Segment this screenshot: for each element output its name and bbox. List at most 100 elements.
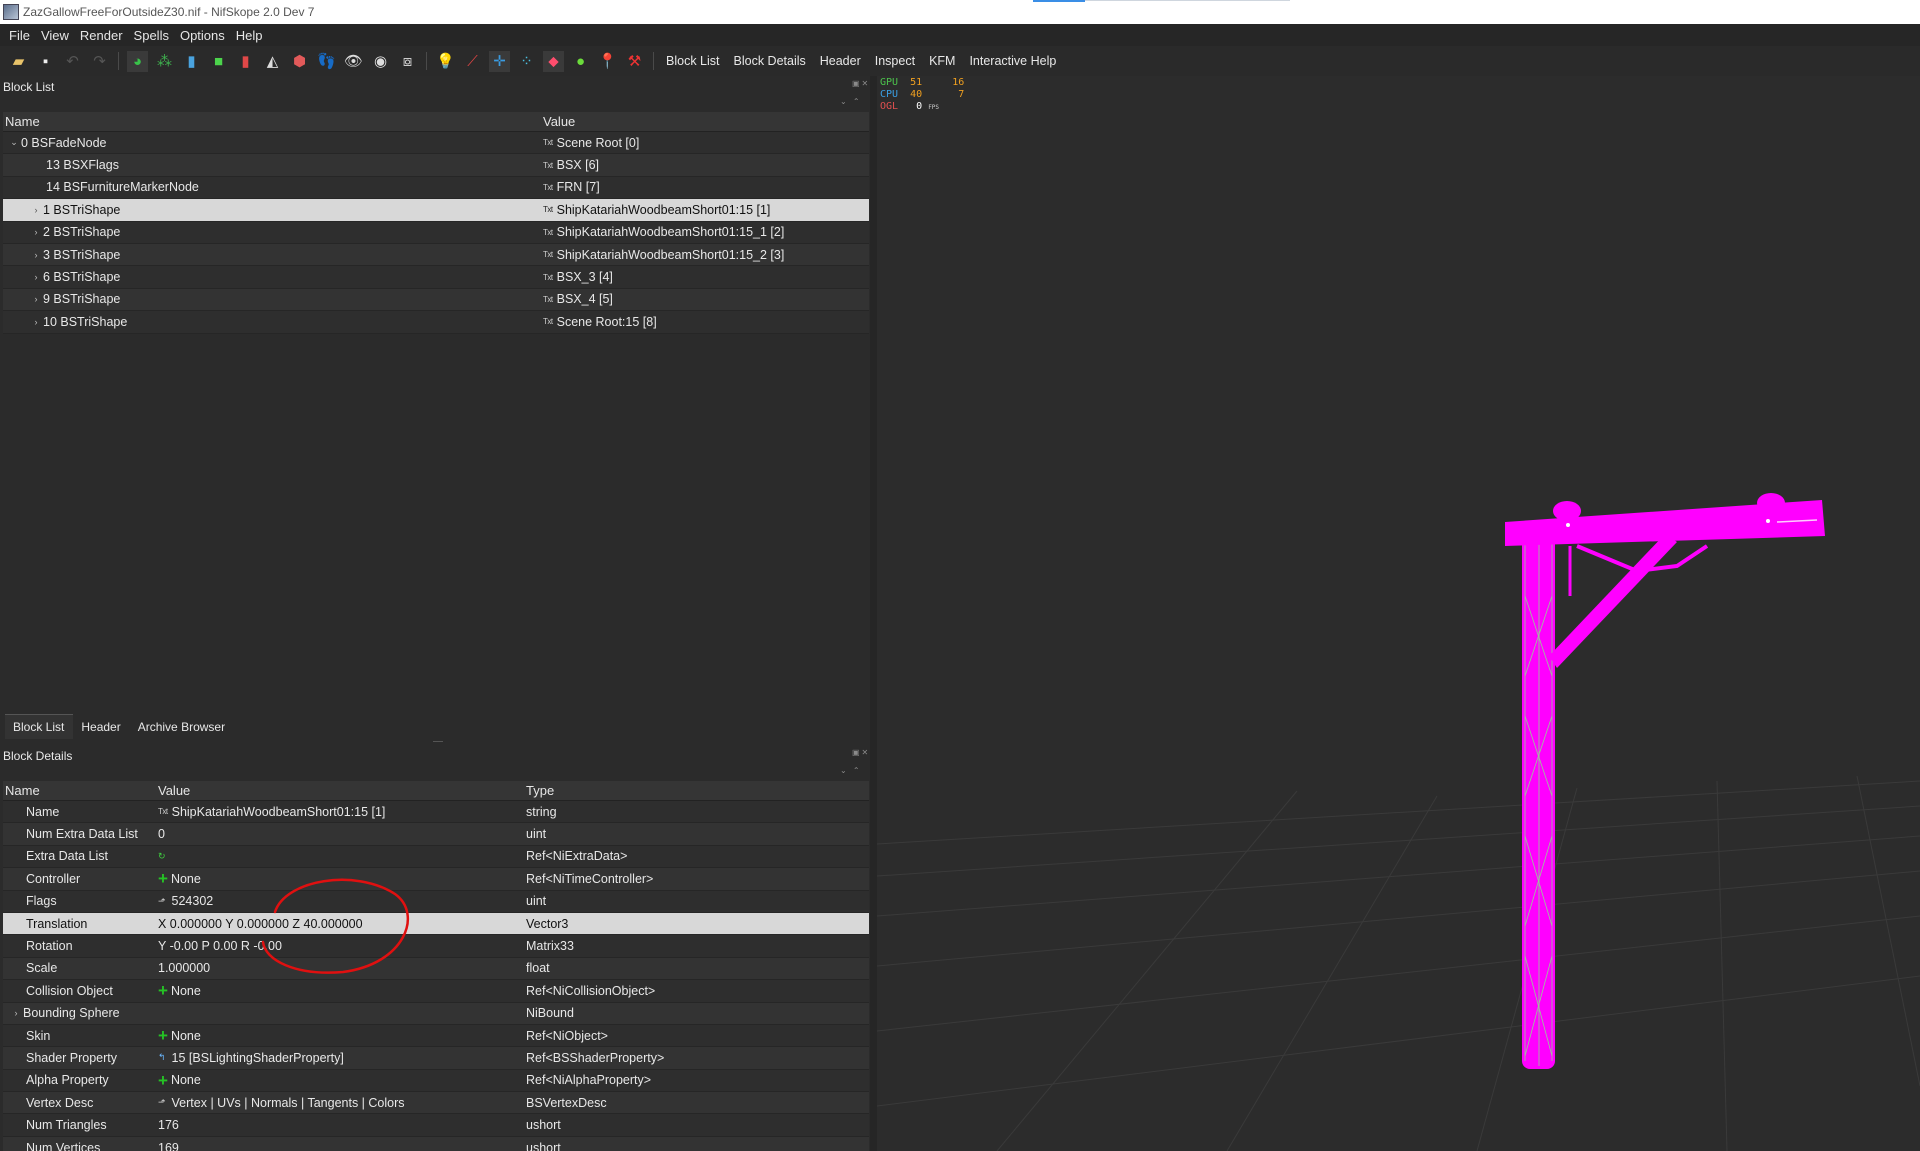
link-ref-icon[interactable]: ↰ <box>158 1052 166 1063</box>
viewport-splitter[interactable] <box>870 76 877 1151</box>
show-constraints-icon[interactable]: ⬥ <box>543 50 564 72</box>
column-value-header[interactable]: Value <box>543 114 575 129</box>
view-perspective-icon[interactable]: ⬢ <box>289 51 310 72</box>
tree-row[interactable]: 14 BSFurnitureMarkerNode Txt FRN [7] <box>3 176 869 200</box>
field-value[interactable]: 0 <box>158 827 165 841</box>
detail-row-scale[interactable]: Scale 1.000000 float <box>3 957 869 981</box>
add-ref-icon[interactable]: + <box>158 1072 168 1089</box>
menu-render[interactable]: Render <box>76 28 130 43</box>
panel-float-close-icon[interactable]: ▣✕ <box>852 79 870 88</box>
show-skeleton-icon[interactable]: ⚒ <box>624 51 645 72</box>
menu-file[interactable]: File <box>5 28 37 43</box>
show-hidden-icon[interactable]: 👁 <box>343 51 364 72</box>
tree-row[interactable]: › 6 BSTriShape Txt BSX_3 [4] <box>3 266 869 289</box>
toolbar-link-kfm[interactable]: KFM <box>925 54 959 68</box>
detail-row-num-vertices[interactable]: Num Vertices 169 ushort <box>3 1136 869 1151</box>
tree-row[interactable]: › 9 BSTriShape Txt BSX_4 [5] <box>3 288 869 312</box>
column-type-header[interactable]: Type <box>526 783 554 798</box>
show-axes-icon[interactable]: ✛ <box>489 50 510 72</box>
menu-view[interactable]: View <box>37 28 76 43</box>
field-value[interactable]: None <box>171 1029 201 1043</box>
menu-spells[interactable]: Spells <box>130 28 176 43</box>
detail-row-extra-data-list[interactable]: Extra Data List ↻ Ref<NiExtraData> <box>3 845 869 869</box>
add-ref-icon[interactable]: + <box>158 870 168 887</box>
tree-row[interactable]: › 10 BSTriShape Txt Scene Root:15 [8] <box>3 311 869 334</box>
detail-row-bounding-sphere[interactable]: › Bounding Sphere NiBound <box>3 1002 869 1025</box>
menu-help[interactable]: Help <box>232 28 270 43</box>
show-havok-icon[interactable]: ⁘ <box>516 51 537 72</box>
tree-row[interactable]: › 2 BSTriShape Txt ShipKatariahWoodbeamSho… <box>3 221 869 244</box>
view-front-icon[interactable]: ▮ <box>181 51 202 72</box>
panel-collapse-icon[interactable]: ⌄ ⌃ <box>840 97 862 106</box>
view-user-icon[interactable]: ◭ <box>262 51 283 72</box>
detail-row-controller[interactable]: Controller + None Ref<NiTimeController> <box>3 868 869 891</box>
expand-arrow-icon[interactable]: › <box>29 272 43 282</box>
column-value-header[interactable]: Value <box>158 783 526 798</box>
add-ref-icon[interactable]: + <box>158 982 168 999</box>
column-name-header[interactable]: Name <box>3 114 543 129</box>
select-vertex-icon[interactable]: ⁂ <box>154 51 175 72</box>
detail-row-translation[interactable]: Translation X 0.000000 Y 0.000000 Z 40.0… <box>3 912 869 936</box>
dock-resize-handle[interactable] <box>433 741 443 742</box>
field-value[interactable]: ShipKatariahWoodbeamShort01:15 [1] <box>172 805 386 819</box>
undo-icon[interactable]: ↶ <box>62 51 83 72</box>
collapse-arrow-icon[interactable]: ⌄ <box>7 137 21 148</box>
lighting-icon[interactable]: 💡 <box>435 51 456 72</box>
detail-row-name[interactable]: Name Txt ShipKatariahWoodbeamShort01:15 [… <box>3 801 869 824</box>
tab-block-list[interactable]: Block List <box>5 714 74 739</box>
expand-arrow-icon[interactable]: › <box>29 294 43 304</box>
detail-row-collision-object[interactable]: Collision Object + None Ref<NiCollisionOb… <box>3 980 869 1003</box>
toolbar-link-block-list[interactable]: Block List <box>662 54 724 68</box>
show-furniture-icon[interactable]: ● <box>570 51 591 72</box>
expand-arrow-icon[interactable]: › <box>9 1008 23 1018</box>
panel-float-close-icon[interactable]: ▣✕ <box>852 748 870 757</box>
draw-axes-icon[interactable]: ⟋ <box>462 51 483 72</box>
show-nodes-icon[interactable]: ◉ <box>370 51 391 72</box>
expand-arrow-icon[interactable]: › <box>29 227 43 237</box>
detail-row-rotation[interactable]: Rotation Y -0.00 P 0.00 R -0.00 Matrix33 <box>3 935 869 958</box>
view-side-icon[interactable]: ▮ <box>235 51 256 72</box>
tree-row[interactable]: ⌄ 0 BSFadeNode Txt Scene Root [0] <box>3 132 869 155</box>
save-file-icon[interactable]: ▪ <box>35 51 56 72</box>
tree-row[interactable]: 13 BSXFlags Txt BSX [6] <box>3 154 869 177</box>
field-value[interactable]: 176 <box>158 1118 179 1132</box>
walk-mode-icon[interactable]: 👣 <box>316 51 337 72</box>
add-ref-icon[interactable]: + <box>158 1027 168 1044</box>
detail-row-alpha-property[interactable]: Alpha Property + None Ref<NiAlphaProperty… <box>3 1069 869 1093</box>
expand-arrow-icon[interactable]: › <box>29 205 43 215</box>
field-value[interactable]: 1.000000 <box>158 961 210 975</box>
view-top-icon[interactable]: ■ <box>208 51 229 72</box>
show-markers-icon[interactable]: 📍 <box>597 51 618 72</box>
field-value[interactable]: 15 [BSLightingShaderProperty] <box>172 1051 344 1065</box>
redo-icon[interactable]: ↷ <box>89 51 110 72</box>
menu-options[interactable]: Options <box>176 28 232 43</box>
field-value[interactable]: Vertex | UVs | Normals | Tangents | Colo… <box>172 1096 405 1110</box>
field-value[interactable]: None <box>171 1073 201 1087</box>
detail-row-shader-property[interactable]: Shader Property ↰ 15 [BSLightingShaderPro… <box>3 1047 869 1070</box>
detail-row-num-extra-data[interactable]: Num Extra Data List 0 uint <box>3 823 869 846</box>
toolbar-link-inspect[interactable]: Inspect <box>871 54 919 68</box>
detail-row-flags[interactable]: Flags ⬏ 524302 uint <box>3 890 869 913</box>
field-value[interactable]: None <box>171 872 201 886</box>
detail-row-vertex-desc[interactable]: Vertex Desc ⬏ Vertex | UVs | Normals | Ta… <box>3 1092 869 1115</box>
toolbar-link-block-details[interactable]: Block Details <box>730 54 810 68</box>
open-file-icon[interactable]: ▰ <box>8 51 29 72</box>
toolbar-link-header[interactable]: Header <box>816 54 865 68</box>
tree-row[interactable]: › 3 BSTriShape Txt ShipKatariahWoodbeamSho… <box>3 243 869 267</box>
tab-archive-browser[interactable]: Archive Browser <box>130 714 234 739</box>
select-object-icon[interactable]: ◕ <box>127 50 148 72</box>
detail-row-num-triangles[interactable]: Num Triangles 176 ushort <box>3 1114 869 1137</box>
detail-row-skin[interactable]: Skin + None Ref<NiObject> <box>3 1024 869 1048</box>
tree-row-selected[interactable]: › 1 BSTriShape Txt ShipKatariahWoodbeamSho… <box>3 199 869 222</box>
field-value[interactable]: 524302 <box>172 894 214 908</box>
render-viewport[interactable]: GPU 51 16 CPU 40 7 OGL 0 FPS <box>877 76 1920 1151</box>
panel-collapse-icon[interactable]: ⌄ ⌃ <box>840 766 862 775</box>
field-value[interactable]: 169 <box>158 1141 179 1151</box>
tab-header[interactable]: Header <box>73 714 129 739</box>
column-name-header[interactable]: Name <box>3 783 158 798</box>
toolbar-link-interactive-help[interactable]: Interactive Help <box>965 54 1060 68</box>
expand-arrow-icon[interactable]: › <box>29 317 43 327</box>
expand-arrow-icon[interactable]: › <box>29 250 43 260</box>
screenshot-icon[interactable]: ⧇ <box>397 51 418 72</box>
field-value[interactable]: None <box>171 984 201 998</box>
